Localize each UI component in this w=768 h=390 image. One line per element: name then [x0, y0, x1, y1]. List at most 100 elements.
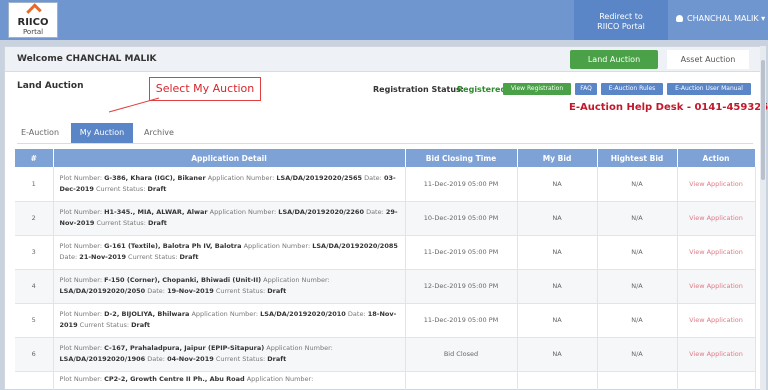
- bid-closing-time: 10-Dec-2019 05:00 PM: [405, 201, 518, 236]
- plot-number-label: Plot Number:: [59, 344, 105, 352]
- row-index: 1: [15, 167, 54, 202]
- view-application-link[interactable]: View Application: [677, 337, 756, 372]
- date-label: Date:: [364, 173, 384, 182]
- redirect-line1: Redirect to: [599, 12, 643, 21]
- application-detail: Plot Number: CP2-2, Growth Centre II Ph.…: [53, 371, 406, 390]
- view-application-link[interactable]: View Application: [677, 167, 756, 202]
- date-label: Date:: [147, 355, 168, 363]
- application-date: 04-Nov-2019: [167, 355, 214, 363]
- application-number: LSA/DA/20192020/2565: [276, 173, 363, 182]
- application-number: LSA/DA/20192020/2260: [278, 208, 364, 216]
- highest-bid: N/A: [597, 303, 678, 338]
- plot-number-label: Plot Number:: [59, 310, 105, 318]
- section-title: Land Auction: [17, 81, 84, 91]
- e-auction-user-manual-button[interactable]: E-Auction User Manual: [667, 83, 751, 95]
- table-header-row: # Application Detail Bid Closing Time My…: [15, 149, 756, 167]
- highest-bid: N/A: [597, 337, 678, 372]
- my-bid: NA: [517, 269, 598, 304]
- browser-viewport: RIICO Portal Redirect to RIICO Portal CH…: [0, 0, 768, 390]
- bid-closing-time: [405, 371, 518, 390]
- plot-number: H1-345., MIA, ALWAR, Alwar: [104, 208, 208, 216]
- my-bid: NA: [517, 337, 598, 372]
- highest-bid: N/A: [597, 269, 678, 304]
- table-row: Plot Number: CP2-2, Growth Centre II Ph.…: [15, 371, 756, 390]
- tab-archive[interactable]: Archive: [135, 123, 183, 143]
- plot-number: D-2, BIJOLIYA, Bhilwara: [104, 310, 190, 318]
- current-status-label: Current Status:: [77, 321, 132, 329]
- plot-number-label: Plot Number:: [59, 208, 105, 216]
- row-index: 2: [15, 201, 54, 236]
- logo-brand: RIICO: [17, 17, 49, 28]
- current-status-label: Current Status:: [125, 253, 180, 261]
- my-bid: NA: [517, 303, 598, 338]
- current-status: Draft: [179, 253, 199, 261]
- user-name: CHANCHAL MALIK ▾: [687, 14, 766, 23]
- col-header-index: #: [15, 149, 54, 167]
- current-status-label: Current Status:: [213, 355, 268, 363]
- table-row: 6 Plot Number: C-167, Prahaladpura, Jaipu…: [15, 337, 756, 372]
- callout-arrow-icon: [108, 97, 160, 113]
- application-number-label: Application Number:: [264, 344, 333, 352]
- bid-closing-time: 11-Dec-2019 05:00 PM: [405, 235, 518, 270]
- view-application-link[interactable]: View Application: [677, 235, 756, 270]
- bid-closing-time: 12-Dec-2019 05:00 PM: [405, 269, 518, 304]
- application-number: LSA/DA/20192020/1906: [59, 355, 146, 363]
- application-date: 19-Nov-2019: [167, 287, 214, 295]
- welcome-bar: Welcome CHANCHAL MALIK Land Auction Asse…: [5, 47, 761, 72]
- current-status: Draft: [147, 184, 167, 193]
- land-auction-button[interactable]: Land Auction: [570, 50, 658, 69]
- application-number-label: Application Number:: [244, 374, 314, 383]
- my-bid: [517, 371, 598, 390]
- current-status-label: Current Status:: [213, 287, 268, 295]
- my-bid: NA: [517, 167, 598, 202]
- table-body: 1 Plot Number: G-386, Khara (IGC), Bikane…: [15, 167, 756, 390]
- application-detail: Plot Number: G-386, Khara (IGC), Bikaner…: [53, 167, 406, 202]
- date-label: Date:: [366, 208, 386, 216]
- asset-auction-button[interactable]: Asset Auction: [667, 50, 749, 69]
- scrollbar-thumb[interactable]: [761, 60, 765, 180]
- col-header-highest-bid: Hightest Bid: [597, 149, 678, 167]
- redirect-portal-link[interactable]: Redirect to RIICO Portal: [574, 0, 668, 40]
- top-navbar: RIICO Portal Redirect to RIICO Portal CH…: [0, 0, 768, 40]
- riico-logo[interactable]: RIICO Portal: [8, 2, 58, 38]
- e-auction-rules-button[interactable]: E-Auction Rules: [601, 83, 663, 95]
- application-number-label: Application Number:: [205, 173, 277, 182]
- view-registration-button[interactable]: View Registration: [503, 83, 571, 95]
- highest-bid: [597, 371, 678, 390]
- plot-number: G-161 (Textile), Balotra Ph IV, Balotra: [104, 242, 242, 250]
- application-number-label: Application Number:: [189, 310, 261, 318]
- user-menu[interactable]: CHANCHAL MALIK ▾: [676, 14, 765, 23]
- date-label: Date:: [147, 287, 168, 295]
- view-application-link[interactable]: View Application: [677, 303, 756, 338]
- col-header-action: Action: [677, 149, 756, 167]
- plot-number-label: Plot Number:: [59, 276, 105, 284]
- table-row: 4 Plot Number: F-150 (Corner), Chopanki, …: [15, 269, 756, 304]
- welcome-text: Welcome CHANCHAL MALIK: [17, 54, 157, 64]
- helpdesk-text: E-Auction Help Desk - 0141-4593250: [569, 102, 768, 113]
- tab-e-auction[interactable]: E-Auction: [17, 123, 63, 143]
- application-number-label: Application Number:: [207, 208, 279, 216]
- current-status-label: Current Status:: [94, 219, 148, 227]
- application-number-label: Application Number:: [241, 242, 313, 250]
- view-application-link[interactable]: [677, 371, 756, 390]
- redirect-line2: RIICO Portal: [597, 22, 645, 31]
- bid-closing-time: 11-Dec-2019 05:00 PM: [405, 167, 518, 202]
- highest-bid: N/A: [597, 201, 678, 236]
- plot-number-label: Plot Number:: [59, 242, 105, 250]
- row-index: [15, 371, 54, 390]
- plot-number-label: Plot Number:: [59, 374, 105, 383]
- faq-button[interactable]: FAQ: [575, 83, 597, 95]
- my-bid: NA: [517, 201, 598, 236]
- tab-divider: [17, 143, 753, 144]
- view-application-link[interactable]: View Application: [677, 269, 756, 304]
- tab-my-auction[interactable]: My Auction: [71, 123, 133, 143]
- view-application-link[interactable]: View Application: [677, 201, 756, 236]
- date-label: Date:: [59, 253, 80, 261]
- table-row: 1 Plot Number: G-386, Khara (IGC), Bikane…: [15, 167, 756, 202]
- current-status: Draft: [267, 287, 287, 295]
- highest-bid: N/A: [597, 235, 678, 270]
- row-index: 4: [15, 269, 54, 304]
- table-row: 5 Plot Number: D-2, BIJOLIYA, Bhilwara Ap…: [15, 303, 756, 338]
- col-header-my-bid: My Bid: [517, 149, 598, 167]
- plot-number: C-167, Prahaladpura, Jaipur (EPIP-Sitapu…: [104, 344, 265, 352]
